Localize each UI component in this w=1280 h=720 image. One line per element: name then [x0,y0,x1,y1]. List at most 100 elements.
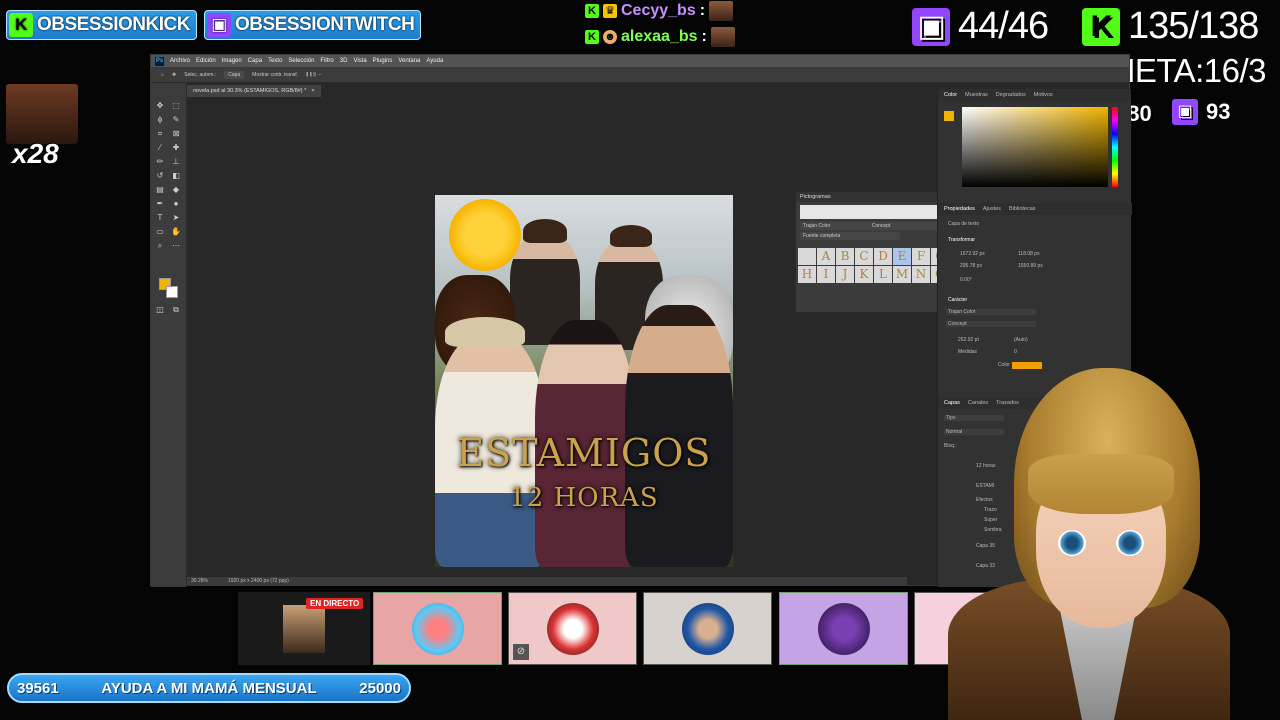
tracking-field[interactable]: 0 [1014,349,1017,355]
tab-bibliotecas[interactable]: Bibliotecas [1009,206,1036,212]
color-picker-field[interactable] [962,107,1108,187]
goal-label: AYUDA A MI MAMÁ MENSUAL [101,679,317,697]
tab-propiedades[interactable]: Propiedades [944,206,975,212]
hand-tool-icon[interactable]: ✋ [171,227,181,237]
quick-select-icon[interactable]: ✎ [171,115,181,125]
close-icon[interactable]: × [311,88,314,94]
tab-muestras[interactable]: Muestras [965,92,988,98]
hue-slider[interactable] [1112,107,1118,187]
properties-tabs: Propiedades Ajustes Bibliotecas [938,203,1132,215]
gradient-tool-icon[interactable]: ▤ [155,185,165,195]
glyph-cell[interactable]: H [798,266,816,283]
glyph-cell[interactable]: B [836,248,854,265]
glyph-grid: A B C D E F G H I J K L M N O [798,248,949,283]
marquee-tool-icon[interactable]: ⬚ [171,101,181,111]
eyedropper-icon[interactable]: ⁄ [155,143,165,153]
eraser-icon[interactable]: ◧ [171,171,181,181]
tab-motivos[interactable]: Motivos [1034,92,1053,98]
dodge-tool-icon[interactable]: ● [171,199,181,209]
align-icons[interactable]: ⫼ ⫼ ⫼ ⋯ [306,72,322,78]
font-family-select[interactable]: Trajan Color [946,309,1036,315]
zoom-tool-icon[interactable]: ⌕ [155,241,165,251]
brush-tool-icon[interactable]: ✏ [155,157,165,167]
stamp-tool-icon[interactable]: ⊥ [171,157,181,167]
width-field[interactable]: 1672.92 px [960,251,985,257]
move-tool-icon[interactable]: ✥ [172,72,176,78]
zoom-level[interactable]: 30.28% [191,578,208,584]
face-badge-icon: ☻ [603,30,617,44]
x-field[interactable]: 118.08 px [1018,251,1040,257]
menu-item-ayuda[interactable]: Ayuda [426,58,443,64]
home-icon[interactable]: ⌂ [161,72,164,78]
tab-ajustes[interactable]: Ajustes [983,206,1001,212]
history-brush-icon[interactable]: ↺ [155,171,165,181]
glyph-cell[interactable]: J [836,266,854,283]
tab-color[interactable]: Color [944,92,957,98]
auto-select-checkbox[interactable]: Selec. autom.: [184,72,216,78]
quick-mask-icon[interactable]: ◫ [155,305,165,315]
glyph-cell[interactable]: I [817,266,835,283]
menu-item-filtro[interactable]: Filtro [320,58,333,64]
vtuber-avatar [948,368,1230,720]
shape-tool-icon[interactable]: ▭ [155,227,165,237]
leading-field[interactable]: (Auto) [1014,337,1028,343]
healing-brush-icon[interactable]: ✚ [171,143,181,153]
glyph-cell[interactable] [798,248,816,265]
more-tools-icon[interactable]: ⋯ [171,241,181,251]
glyph-filter-select[interactable]: Fuente completa [800,232,900,240]
canvas-area[interactable]: ESTAMIGOS 12 HORAS Pictogramas Trajan Co… [187,97,949,579]
glyphs-panel: Pictogramas Trajan Color Concept Fuente … [795,191,949,313]
height-field[interactable]: 295.78 px [960,263,982,269]
glyph-cell[interactable]: D [874,248,892,265]
crop-tool-icon[interactable]: ⌗ [155,129,165,139]
font-size-field[interactable]: 262.92 pt [958,337,979,343]
tab-degradados[interactable]: Degradados [996,92,1026,98]
menu-item-vista[interactable]: Vista [353,58,366,64]
kerning-field[interactable]: Medidas [958,349,977,355]
screen-mode-icon[interactable]: ⧉ [171,305,181,315]
glyph-cell[interactable]: F [912,248,930,265]
blur-tool-icon[interactable]: ◆ [171,185,181,195]
menu-item-edicion[interactable]: Edición [196,58,216,64]
menu-item-3d[interactable]: 3D [340,58,348,64]
menu-item-capa[interactable]: Capa [248,58,262,64]
twitch-logo-icon: ▣ [912,7,950,46]
document-tab[interactable]: novela.psd al 30.3% (ESTAMIGOS, RGB/8#) … [187,85,321,97]
twitch-logo-icon: ▣ [207,13,231,37]
lasso-tool-icon[interactable]: ϕ [155,115,165,125]
character-section[interactable]: Carácter [948,297,967,303]
glyph-cell[interactable]: C [855,248,873,265]
pen-tool-icon[interactable]: ✒ [155,199,165,209]
kick-sub-count: 135/138 [1128,5,1259,47]
frame-tool-icon[interactable]: ⊠ [171,129,181,139]
background-color-swatch[interactable] [166,286,178,298]
glyph-cell[interactable]: K [855,266,873,283]
y-field[interactable]: 1550.89 px [1018,263,1043,269]
kick-logo-icon: K [1082,7,1120,46]
foreground-color-swatch[interactable] [944,111,954,121]
glyph-cell[interactable]: L [874,266,892,283]
glyph-cell[interactable]: N [912,266,930,283]
menu-item-seleccion[interactable]: Selección [288,58,314,64]
angle-field[interactable]: 0.00° [960,277,972,283]
poster-title: ESTAMIGOS [456,431,712,475]
menu-item-texto[interactable]: Texto [268,58,282,64]
move-tool-icon[interactable]: ✥ [155,101,165,111]
type-tool-icon[interactable]: T [155,213,165,223]
glyph-cell[interactable]: M [893,266,911,283]
path-select-icon[interactable]: ➤ [171,213,181,223]
glyph-font-value: Trajan Color [803,223,831,229]
glyph-cell-selected[interactable]: E [893,248,911,265]
auto-select-target[interactable]: Capa [224,70,245,79]
glyph-cell[interactable]: A [817,248,835,265]
kick-badge-icon: K [585,30,599,44]
emote-combo-count: x28 [12,138,59,169]
glyph-font-select[interactable]: Trajan Color Concept [800,222,942,230]
menu-item-plugins[interactable]: Plugins [373,58,393,64]
menu-item-archivo[interactable]: Archivo [170,58,190,64]
font-style-select[interactable]: Concept [946,321,1036,327]
transform-section[interactable]: Transformar [948,237,975,243]
menu-item-ventana[interactable]: Ventana [398,58,420,64]
show-transform-checkbox[interactable]: Mostrar contr. transf. [252,72,298,78]
menu-item-imagen[interactable]: Imagen [222,58,242,64]
